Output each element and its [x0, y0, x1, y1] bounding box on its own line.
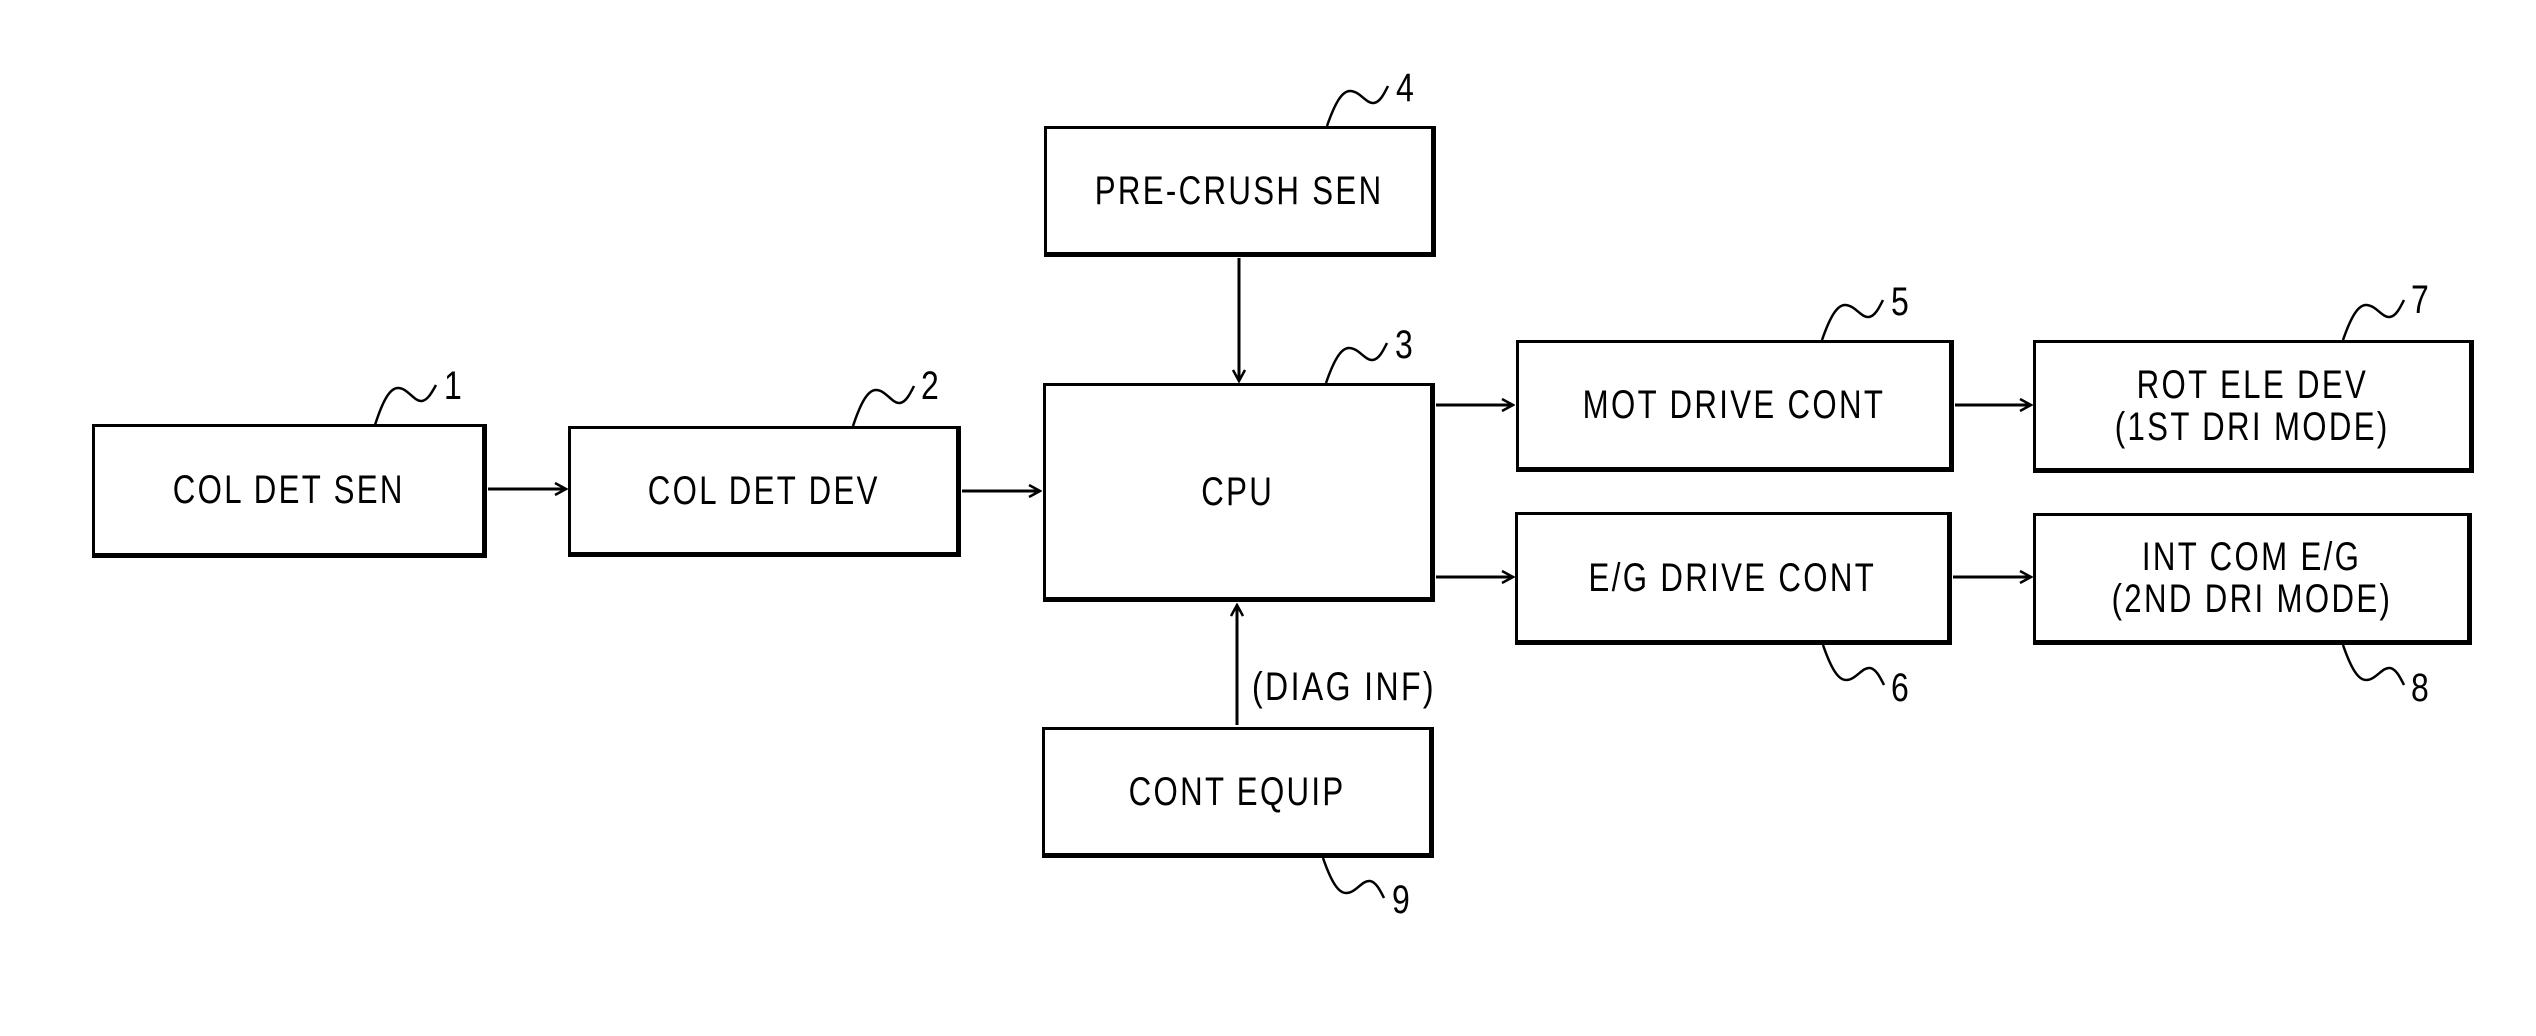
reference-number-6: 6 [1891, 666, 1909, 710]
reference-number-5: 5 [1891, 280, 1909, 324]
reference-number-2: 2 [921, 364, 939, 408]
leader-line-6 [1821, 644, 1886, 686]
block-label-line-1: INT COM E/G [2141, 535, 2362, 579]
reference-number-4: 4 [1396, 66, 1414, 110]
connection-label-diag-inf: (DIAG INF) [1252, 665, 1436, 709]
leader-line-3 [1324, 342, 1389, 384]
leader-line-7 [2341, 299, 2406, 341]
block-label: COL DET SEN [172, 468, 405, 512]
block-col-det-sen: COL DET SEN [92, 424, 487, 558]
block-mot-drive-cont: MOT DRIVE CONT [1516, 340, 1954, 472]
block-label: COL DET DEV [647, 468, 880, 513]
reference-number-3: 3 [1395, 323, 1413, 367]
reference-number-7: 7 [2411, 278, 2429, 322]
block-label: CONT EQUIP [1128, 769, 1346, 814]
block-cpu: CPU [1043, 383, 1435, 602]
block-cont-equip: CONT EQUIP [1042, 727, 1434, 858]
block-label: CPU [1201, 469, 1275, 514]
reference-number-8: 8 [2411, 666, 2429, 710]
leader-line-4 [1325, 85, 1390, 127]
block-pre-crush-sen: PRE-CRUSH SEN [1044, 126, 1436, 257]
block-label: PRE-CRUSH SEN [1094, 168, 1384, 213]
block-label: E/G DRIVE CONT [1588, 555, 1877, 600]
leader-line-1 [373, 384, 438, 426]
leader-line-2 [851, 385, 916, 427]
block-label-line-1: ROT ELE DEV [2136, 362, 2369, 407]
block-label: MOT DRIVE CONT [1582, 383, 1886, 427]
block-int-com-eg: INT COM E/G (2ND DRI MODE) [2033, 513, 2472, 645]
block-eg-drive-cont: E/G DRIVE CONT [1515, 512, 1952, 645]
block-label-line-2: (2ND DRI MODE) [2111, 577, 2392, 621]
reference-number-9: 9 [1392, 878, 1410, 922]
block-col-det-dev: COL DET DEV [568, 426, 961, 557]
block-diagram: COL DET SEN COL DET DEV CPU PRE-CRUSH SE… [0, 0, 2536, 1036]
block-label-line-2: (1ST DRI MODE) [2115, 404, 2390, 449]
block-rot-ele-dev: ROT ELE DEV (1ST DRI MODE) [2033, 340, 2474, 473]
leader-line-9 [1321, 857, 1386, 899]
leader-line-8 [2341, 644, 2406, 686]
leader-line-5 [1820, 299, 1885, 341]
reference-number-1: 1 [444, 364, 462, 408]
